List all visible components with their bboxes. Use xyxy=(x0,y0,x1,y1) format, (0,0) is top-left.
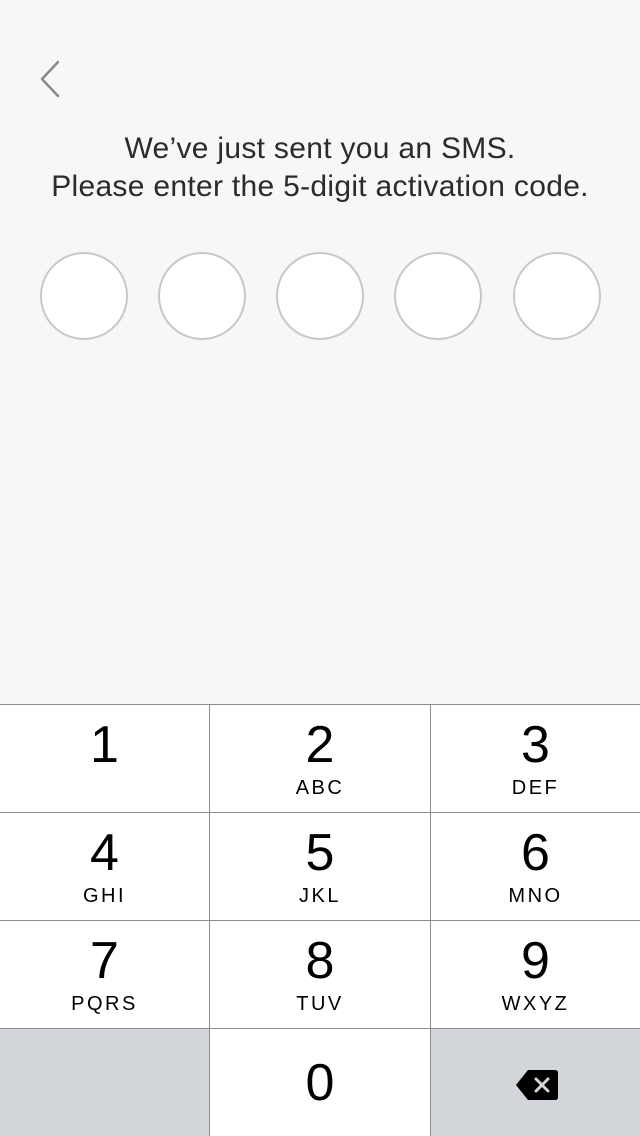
key-letters: WXYZ xyxy=(501,993,570,1015)
key-digit: 9 xyxy=(521,932,550,990)
key-letters: PQRS xyxy=(71,993,138,1015)
key-3[interactable]: 3 DEF xyxy=(431,705,640,812)
key-digit: 0 xyxy=(305,1054,335,1112)
key-letters: MNO xyxy=(508,885,563,907)
key-9[interactable]: 9 WXYZ xyxy=(431,921,640,1028)
code-digit-slot-1[interactable] xyxy=(40,252,128,340)
key-digit: 8 xyxy=(305,932,335,990)
chevron-left-icon xyxy=(40,60,60,98)
key-letters: ABC xyxy=(295,777,345,799)
key-digit: 7 xyxy=(90,932,119,990)
code-digit-slot-2[interactable] xyxy=(158,252,246,340)
numeric-keypad: 1 2 ABC 3 DEF 4 GHI 5 JKL 6 MNO 7 PQRS 8… xyxy=(0,704,640,1136)
code-digit-slot-4[interactable] xyxy=(394,252,482,340)
key-digit: 5 xyxy=(305,824,335,882)
key-2[interactable]: 2 ABC xyxy=(210,705,430,812)
key-7[interactable]: 7 PQRS xyxy=(0,921,209,1028)
key-digit: 1 xyxy=(90,716,119,774)
key-digit: 3 xyxy=(521,716,550,774)
key-letters: DEF xyxy=(511,777,560,799)
sms-verification-screen: We’ve just sent you an SMS. Please enter… xyxy=(0,0,640,1136)
backspace-icon xyxy=(516,1070,558,1100)
key-0[interactable]: 0 xyxy=(210,1029,430,1136)
key-5[interactable]: 5 JKL xyxy=(210,813,430,920)
blank-key xyxy=(0,1029,209,1136)
key-8[interactable]: 8 TUV xyxy=(210,921,430,1028)
key-letters: TUV xyxy=(296,993,344,1015)
code-digit-slot-5[interactable] xyxy=(513,252,601,340)
key-digit: 6 xyxy=(521,824,550,882)
instructions-line-1: We’ve just sent you an SMS. xyxy=(124,132,516,165)
key-letters: JKL xyxy=(299,885,341,907)
key-6[interactable]: 6 MNO xyxy=(431,813,640,920)
key-letters: GHI xyxy=(82,885,127,907)
delete-key[interactable] xyxy=(431,1029,640,1136)
code-input[interactable] xyxy=(40,252,601,340)
instructions-text: We’ve just sent you an SMS. Please enter… xyxy=(0,130,640,206)
instructions-line-2: Please enter the 5-digit activation code… xyxy=(51,170,589,203)
key-digit: 2 xyxy=(305,716,335,774)
key-digit: 4 xyxy=(90,824,119,882)
key-1[interactable]: 1 xyxy=(0,705,209,812)
back-button[interactable] xyxy=(26,52,74,108)
key-4[interactable]: 4 GHI xyxy=(0,813,209,920)
code-digit-slot-3[interactable] xyxy=(276,252,364,340)
